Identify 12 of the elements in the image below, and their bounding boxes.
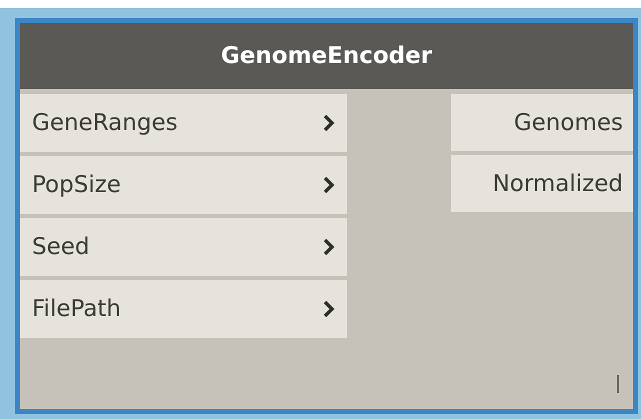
chevron-icon <box>323 176 335 194</box>
node-card[interactable]: GenomeEncoder GeneRanges PopSize Seed FilePath Genomes Normalized <box>15 18 638 414</box>
output-port[interactable]: Genomes <box>451 94 633 151</box>
chevron-icon <box>323 114 335 132</box>
input-port[interactable]: FilePath <box>20 280 347 338</box>
input-port[interactable]: PopSize <box>20 156 347 214</box>
chevron-icon <box>323 300 335 318</box>
node-title: GenomeEncoder <box>20 23 633 89</box>
output-port[interactable]: Normalized <box>451 155 633 212</box>
input-port[interactable]: Seed <box>20 218 347 276</box>
input-port[interactable]: GeneRanges <box>20 94 347 152</box>
chevron-icon <box>323 238 335 256</box>
